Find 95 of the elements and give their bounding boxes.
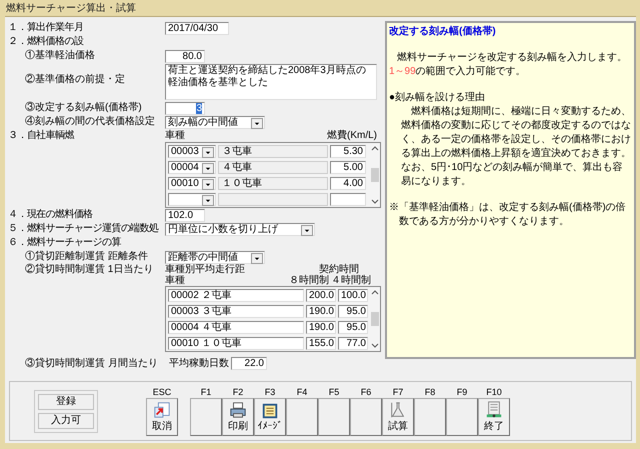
function-button[interactable] <box>350 398 382 436</box>
scroll-down-icon[interactable] <box>371 343 379 349</box>
function-button[interactable]: 取消 <box>146 398 178 436</box>
help-heading: ●刻み幅を設ける理由 <box>389 91 486 105</box>
function-button[interactable]: ｲﾒｰｼﾞ <box>254 398 286 436</box>
field-label: ①基準軽油価格 <box>24 50 96 62</box>
field-label: ①貸切距離制運賃 距離条件 <box>24 251 149 263</box>
date-field[interactable]: 2017/04/30 <box>165 22 229 34</box>
distance-field[interactable]: 95.0 <box>338 320 368 334</box>
function-button[interactable] <box>414 398 446 436</box>
days-field[interactable]: 22.0 <box>231 357 267 370</box>
function-button[interactable]: 印刷 <box>222 398 254 436</box>
distance-field[interactable]: 95.0 <box>338 304 368 318</box>
table-cell: 00004 ４屯車 <box>168 320 304 334</box>
price-field[interactable]: 80.0 <box>165 50 205 62</box>
key-label: F4 <box>296 386 308 398</box>
column-header: 車種 <box>165 275 185 286</box>
table-cell: ３屯車 <box>218 144 328 158</box>
key-label: F5 <box>328 386 340 398</box>
table-cell: 00003 ３屯車 <box>168 304 304 318</box>
distance-field[interactable]: 190.0 <box>306 320 336 334</box>
key-label: F9 <box>456 386 468 398</box>
section-label: ６．燃料サーチャージの算 <box>7 237 122 249</box>
field-label: １．算出作業年月 <box>7 22 84 34</box>
column-header: ８時間制 <box>289 275 329 286</box>
code-dropdown[interactable]: 00004 <box>168 160 216 174</box>
mileage-field[interactable]: 5.30 <box>330 144 366 158</box>
dropdown[interactable]: 刻み幅の中間値 <box>165 116 265 128</box>
scroll-up-icon[interactable] <box>371 145 379 151</box>
help-text: 燃料価格は短期間に、極端に日々変動するため、燃料価格の変動に応じてその都度改定するのではなく、ある一定の価格帯を設定し、その価格帯における算出上の燃料価格上昇額を適宜決めておきます。 <box>400 105 632 161</box>
key-label: F7 <box>392 386 404 398</box>
mileage-field[interactable]: 5.00 <box>330 160 366 174</box>
distance-field[interactable]: 155.0 <box>306 336 336 350</box>
field-label: ４．現在の燃料価格 <box>7 209 94 221</box>
mileage-field[interactable]: 4.00 <box>330 176 366 190</box>
table-cell: １０屯車 <box>218 176 328 190</box>
code-dropdown[interactable]: 00003 <box>168 144 216 158</box>
function-button[interactable]: 終了 <box>478 398 510 436</box>
table-caption: 車種別平均走行距 <box>165 264 245 275</box>
scrollbar[interactable] <box>370 143 380 207</box>
field-label: ５．燃料サーチャージ運賃の端数処 <box>7 223 160 235</box>
dropdown[interactable]: 円単位に小数を切り上げ <box>165 222 315 236</box>
code-dropdown[interactable]: 00010 <box>168 176 216 190</box>
flask-icon <box>389 400 407 418</box>
key-label: F6 <box>360 386 372 398</box>
field-label: 平均稼動日数 <box>169 358 230 370</box>
document-icon <box>261 402 279 420</box>
step-field[interactable]: 3 <box>165 102 205 114</box>
section-label: ３．自社車輌燃 <box>7 130 76 142</box>
key-label: ESC <box>152 386 172 398</box>
distance-field[interactable]: 100.0 <box>338 288 368 302</box>
scroll-down-icon[interactable] <box>371 199 379 205</box>
help-text: 1～99の範囲で入力可能です。 <box>389 65 527 79</box>
function-button[interactable] <box>286 398 318 436</box>
column-header: 燃費(Km/L) <box>326 130 377 142</box>
column-header: 車種 <box>165 130 186 142</box>
distance-field[interactable]: 77.0 <box>338 336 368 350</box>
help-text: ※「基準軽油価格」は、改定する刻み幅(価格帯)の倍数である方が分かりやすくなります。 <box>389 201 627 229</box>
distance-field[interactable]: 190.0 <box>306 304 336 318</box>
status-label: 登録 <box>38 394 94 410</box>
table-cell: ４屯車 <box>218 160 328 174</box>
field-label: ③貸切時間制運賃 月間当たり <box>24 358 159 370</box>
key-label: F10 <box>486 386 502 398</box>
key-label: F3 <box>264 386 276 398</box>
field-label: ②基準価格の前提・定 <box>24 74 126 86</box>
window-title: 燃料サーチャージ算出・試算 <box>6 2 136 15</box>
section-label: ２．燃料価格の設 <box>7 36 84 48</box>
table-cell: 00010 １０屯車 <box>168 336 304 350</box>
help-text: なお、5円･10円などの刻み幅が簡単で、算出も容易になります。 <box>400 161 624 189</box>
scrollbar[interactable] <box>370 287 380 351</box>
function-button[interactable] <box>446 398 478 436</box>
help-text: 燃料サーチャージを改定する刻み幅を入力します。 <box>396 51 628 65</box>
field-label: ④刻み幅の間の代表価格設定 <box>24 116 156 128</box>
exit-icon <box>485 400 503 418</box>
premise-field[interactable]: 荷主と運送契約を締結した2008年3月時点の軽油価格を基準とした <box>165 64 377 100</box>
mileage-field[interactable] <box>330 192 366 206</box>
function-button[interactable] <box>190 398 222 436</box>
help-title: 改定する刻み幅(価格帯) <box>389 25 497 39</box>
key-label: F8 <box>424 386 436 398</box>
key-label: F1 <box>200 386 212 398</box>
table-cell: 00002 ２屯車 <box>168 288 304 302</box>
function-button[interactable]: 試算 <box>382 398 414 436</box>
key-label: F2 <box>232 386 244 398</box>
field-label: ③改定する刻み幅(価格帯) <box>24 102 143 114</box>
cancel-icon <box>153 400 171 418</box>
field-label: ②貸切時間制運賃 1日当たり <box>24 264 154 276</box>
printer-icon <box>229 400 247 418</box>
status-label: 入力可 <box>38 412 94 428</box>
scroll-up-icon[interactable] <box>371 289 379 295</box>
price-field[interactable]: 102.0 <box>165 208 205 222</box>
distance-field[interactable]: 200.0 <box>306 288 336 302</box>
function-button[interactable] <box>318 398 350 436</box>
dropdown[interactable]: 距離帯の中間値 <box>165 250 265 264</box>
column-header: ４時間制 <box>331 275 371 286</box>
column-group-header: 契約時間 <box>319 264 359 275</box>
